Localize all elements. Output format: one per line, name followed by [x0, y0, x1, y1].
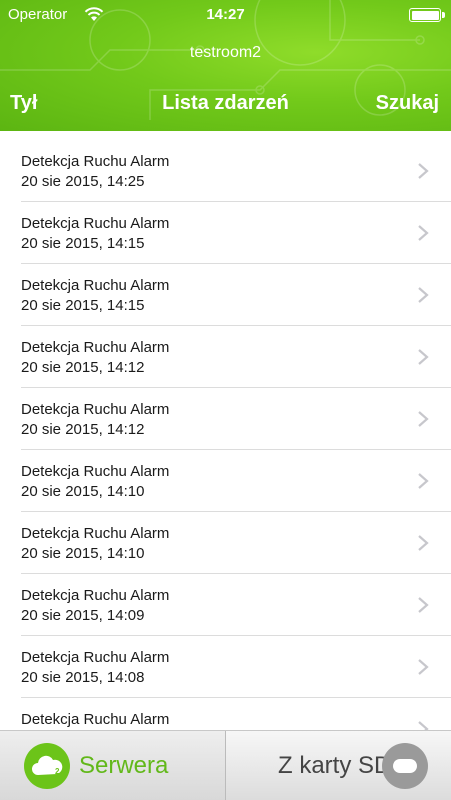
event-time: 20 sie 2015, 14:12 — [21, 359, 145, 376]
event-time: 20 sie 2015, 14:15 — [21, 297, 145, 314]
event-row[interactable]: Detekcja Ruchu Alarm 20 sie 2015, 14:15 — [21, 202, 451, 264]
chevron-right-icon — [418, 721, 429, 730]
event-row[interactable]: Detekcja Ruchu Alarm 20 sie 2015, 14:12 — [21, 388, 451, 450]
event-list[interactable]: Detekcja Ruchu Alarm 20 sie 2015, 14:25 … — [0, 140, 451, 730]
event-title: Detekcja Ruchu Alarm — [21, 587, 170, 604]
event-title: Detekcja Ruchu Alarm — [21, 401, 170, 418]
event-row[interactable]: Detekcja Ruchu Alarm 20 sie 2015, 14:10 — [21, 512, 451, 574]
event-title: Detekcja Ruchu Alarm — [21, 649, 170, 666]
event-title: Detekcja Ruchu Alarm — [21, 463, 170, 480]
tab-sd-card[interactable]: Z karty SD — [226, 731, 451, 800]
event-time: 20 sie 2015, 14:12 — [21, 421, 145, 438]
event-time: 20 sie 2015, 14:10 — [21, 483, 145, 500]
event-title: Detekcja Ruchu Alarm — [21, 215, 170, 232]
toggle-icon — [382, 743, 428, 789]
search-button[interactable]: Szukaj — [376, 92, 439, 115]
chevron-right-icon — [418, 535, 429, 551]
event-time: 20 sie 2015, 14:15 — [21, 235, 145, 252]
status-time: 14:27 — [206, 6, 245, 23]
event-time: 20 sie 2015, 14:10 — [21, 545, 145, 562]
tab-sd-card-label: Z karty SD — [278, 752, 392, 779]
event-time: 20 sie 2015, 14:09 — [21, 607, 145, 624]
chevron-right-icon — [418, 349, 429, 365]
event-time: 20 sie 2015, 14:25 — [21, 173, 145, 190]
battery-icon — [409, 8, 441, 22]
chevron-right-icon — [418, 163, 429, 179]
event-row[interactable]: Detekcja Ruchu Alarm 20 sie 2015, 14:09 — [21, 574, 451, 636]
event-title: Detekcja Ruchu Alarm — [21, 277, 170, 294]
event-title: Detekcja Ruchu Alarm — [21, 525, 170, 542]
chevron-right-icon — [418, 659, 429, 675]
device-name: testroom2 — [189, 44, 262, 61]
event-title: Detekcja Ruchu Alarm — [21, 153, 170, 170]
chevron-right-icon — [418, 287, 429, 303]
chevron-right-icon — [418, 225, 429, 241]
tab-server-label: Serwera — [79, 752, 169, 779]
battery-tip — [442, 12, 445, 18]
event-row[interactable]: Detekcja Ruchu Alarm 20 sie 2015, 14:15 — [21, 264, 451, 326]
status-bar: Operator 14:27 — [0, 0, 451, 30]
event-row[interactable]: Detekcja Ruchu Alarm 20 sie 2015, 14:10 — [21, 450, 451, 512]
bottom-tab-bar: 2 Serwera Z karty SD — [0, 730, 451, 800]
event-row[interactable]: Detekcja Ruchu Alarm 20 sie 2015, 14:12 — [21, 326, 451, 388]
cloud-icon: 2 — [24, 743, 70, 789]
svg-text:2: 2 — [55, 767, 60, 776]
chevron-right-icon — [418, 597, 429, 613]
event-row[interactable]: Detekcja Ruchu Alarm — [21, 698, 451, 730]
event-row[interactable]: Detekcja Ruchu Alarm 20 sie 2015, 14:25 — [21, 140, 451, 202]
event-row[interactable]: Detekcja Ruchu Alarm 20 sie 2015, 14:08 — [21, 636, 451, 698]
chevron-right-icon — [418, 473, 429, 489]
event-title: Detekcja Ruchu Alarm — [21, 339, 170, 356]
event-title: Detekcja Ruchu Alarm — [21, 711, 170, 728]
tab-server[interactable]: 2 Serwera — [0, 731, 225, 800]
event-time: 20 sie 2015, 14:08 — [21, 669, 145, 686]
chevron-right-icon — [418, 411, 429, 427]
